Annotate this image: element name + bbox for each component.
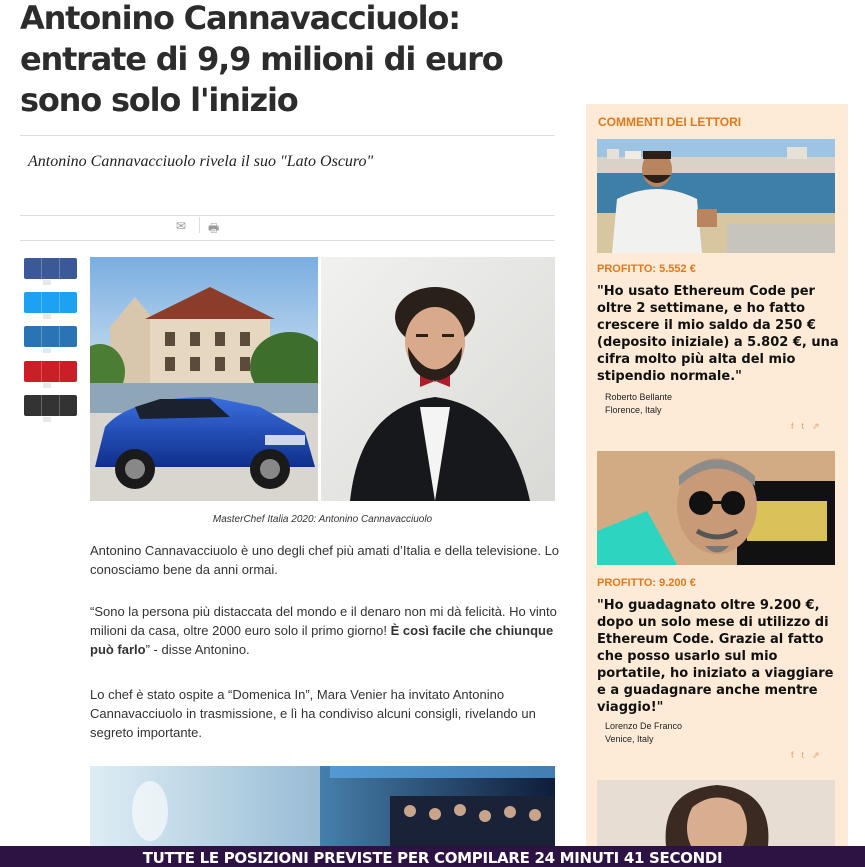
- twitter-icon[interactable]: t: [802, 421, 805, 431]
- comment-actions: f t ⇗: [783, 750, 820, 761]
- comment-quote: "Ho usato Ethereum Code per oltre 2 sett…: [597, 284, 839, 384]
- image-caption: MasterChef Italia 2020: Antonino Cannava…: [212, 514, 433, 525]
- article-paragraph: Lo chef è stato ospite a “Domenica In”, …: [90, 687, 536, 740]
- comment-location: Venice, Italy: [605, 734, 654, 744]
- print-icon[interactable]: 🖶: [208, 219, 219, 240]
- share-icon[interactable]: ⇗: [812, 421, 820, 431]
- divider: [20, 215, 555, 216]
- twitter-share-button[interactable]: [24, 292, 77, 313]
- facebook-share-button[interactable]: [24, 258, 77, 279]
- facebook-icon[interactable]: f: [791, 750, 794, 760]
- comment-quote: "Ho guadagnato oltre 9.200 €, dopo un so…: [597, 598, 834, 715]
- article-title: Antonino Cannavacciuolo: entrate di 9,9 …: [20, 0, 504, 119]
- article-subtitle: Antonino Cannavacciuolo rivela il suo "L…: [28, 153, 374, 170]
- share-shadow: [43, 280, 51, 285]
- hero-image: [90, 257, 555, 501]
- facebook-icon[interactable]: f: [791, 421, 794, 431]
- article-paragraph: “Sono la persona più distaccata del mond…: [90, 602, 560, 659]
- pinterest-share-button[interactable]: [24, 361, 77, 382]
- share-shadow: [43, 348, 51, 353]
- divider: [20, 135, 555, 136]
- comment-photo: [597, 139, 835, 253]
- linkedin-share-button[interactable]: [24, 326, 77, 347]
- share-shadow: [43, 417, 51, 422]
- comment-actions: f t ⇗: [783, 421, 820, 432]
- comment-photo: [597, 780, 835, 854]
- share-icon[interactable]: ⇗: [812, 750, 820, 760]
- twitter-icon[interactable]: t: [802, 750, 805, 760]
- email-icon[interactable]: ✉: [176, 219, 186, 233]
- comment-photo: [597, 451, 835, 565]
- share-shadow: [43, 383, 51, 388]
- more-share-button[interactable]: [24, 395, 77, 416]
- paragraph-text: ” - disse Antonino.: [145, 642, 250, 657]
- comment-author: Roberto Bellante: [605, 392, 673, 402]
- comment-author: Lorenzo De Franco: [605, 721, 683, 731]
- comment-location: Florence, Italy: [605, 405, 662, 415]
- sidebar-heading: COMMENTI DEI LETTORI: [598, 115, 742, 129]
- reader-comments-sidebar: COMMENTI DEI LETTORI PROFITTO: 5.552 € "…: [586, 104, 848, 854]
- divider: [20, 240, 555, 241]
- countdown-banner: TUTTE LE POSIZIONI PREVISTE PER COMPILAR…: [0, 846, 865, 867]
- article-image: [90, 766, 555, 846]
- comment-profit: PROFITTO: 5.552 €: [597, 263, 696, 275]
- share-shadow: [43, 314, 51, 319]
- divider: [199, 217, 200, 233]
- article-paragraph: Antonino Cannavacciuolo è uno degli chef…: [90, 543, 560, 577]
- comment-profit: PROFITTO: 9.200 €: [597, 577, 696, 589]
